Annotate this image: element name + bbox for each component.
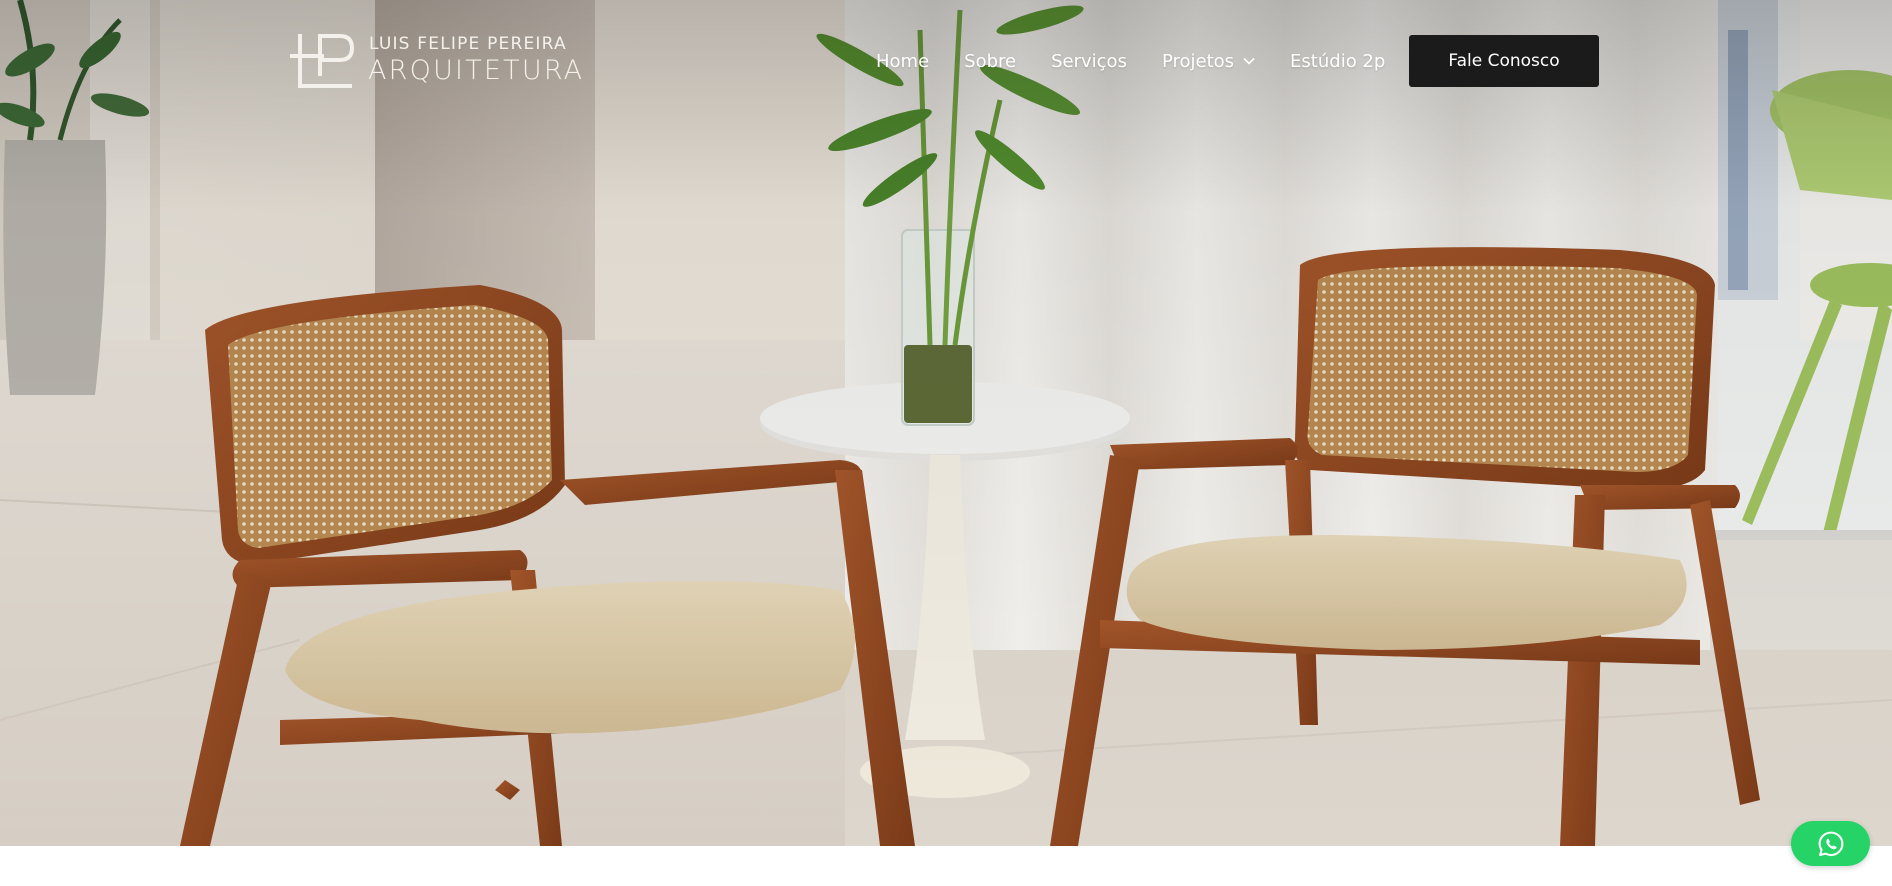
hero-section	[0, 0, 1892, 846]
nav-item-estudio-2p[interactable]: Estúdio 2p	[1290, 51, 1385, 72]
site-header: LUIS FELIPE PEREIRA ARQUITETURA Home Sob…	[0, 0, 1892, 120]
brand-name-top: LUIS FELIPE PEREIRA	[369, 34, 567, 54]
nav-item-projetos-label: Projetos	[1161, 50, 1235, 72]
nav-item-servicos[interactable]: Serviços	[1051, 51, 1127, 72]
nav-item-home[interactable]: Home	[876, 51, 929, 72]
main-nav: Home Sobre Serviços Projetos Estúdio 2p	[876, 48, 1385, 74]
whatsapp-icon	[1818, 831, 1843, 856]
hero-image	[0, 0, 1892, 846]
nav-item-projetos[interactable]: Projetos	[1162, 51, 1255, 72]
fale-conosco-button[interactable]: Fale Conosco	[1409, 35, 1599, 87]
brand-logo[interactable]: LUIS FELIPE PEREIRA ARQUITETURA	[290, 30, 582, 90]
whatsapp-button[interactable]	[1791, 821, 1870, 866]
nav-item-sobre[interactable]: Sobre	[964, 51, 1016, 72]
brand-name-bottom: ARQUITETURA	[368, 55, 585, 86]
page: LUIS FELIPE PEREIRA ARQUITETURA Home Sob…	[0, 0, 1892, 886]
chevron-down-icon	[1243, 57, 1255, 65]
lfp-monogram-icon	[290, 34, 354, 88]
